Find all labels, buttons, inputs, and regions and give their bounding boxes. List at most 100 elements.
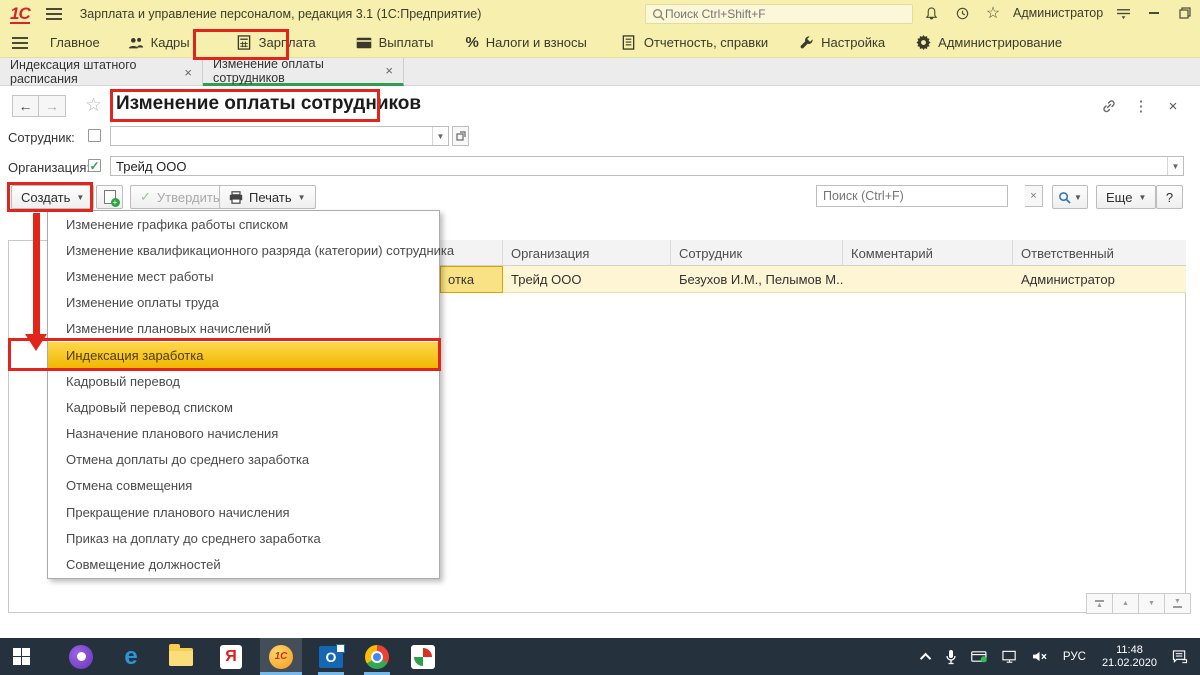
go-first-button[interactable]: ▲ [1086, 593, 1113, 614]
taskbar-alice[interactable] [60, 638, 102, 675]
column-employee[interactable]: Сотрудник [671, 240, 843, 266]
taskbar-1c[interactable]: 1С [260, 638, 302, 675]
current-user[interactable]: Администратор [1013, 6, 1103, 20]
menu-item-personnel[interactable]: Кадры [128, 35, 190, 51]
taskbar-chrome[interactable] [356, 638, 398, 675]
menu-item-salary[interactable]: Зарплата [230, 35, 322, 51]
tray-expand-chevron-icon[interactable] [919, 652, 932, 664]
history-icon[interactable] [951, 3, 973, 23]
cell-responsible[interactable]: Администратор [1013, 266, 1186, 293]
menu-item-stop-planned-accrual[interactable]: Прекращение планового начисления [48, 499, 439, 525]
taskbar-app-pinwheel[interactable] [402, 638, 444, 675]
menu-item-main[interactable]: Главное [50, 35, 100, 50]
back-button[interactable]: ← [12, 95, 39, 117]
column-comment[interactable]: Комментарий [843, 240, 1013, 266]
tab-staff-indexation[interactable]: Индексация штатного расписания × [0, 58, 203, 86]
main-menu-hamburger-icon[interactable] [45, 8, 62, 20]
menu-item-qualification-change[interactable]: Изменение квалификационного разряда (кат… [48, 237, 454, 263]
pinwheel-icon [411, 644, 435, 669]
get-link-icon[interactable] [1100, 97, 1118, 115]
copy-button[interactable]: + [96, 185, 123, 209]
go-last-button[interactable]: ▼ [1164, 593, 1191, 614]
menu-item-position-combination[interactable]: Совмещение должностей [48, 551, 439, 577]
microphone-icon[interactable] [945, 649, 957, 665]
more-kebab-icon[interactable]: ⋮ [1132, 97, 1150, 115]
start-button[interactable] [0, 638, 42, 675]
organization-filter-checkbox[interactable]: ✓ [88, 159, 101, 173]
menu-item-workplace-change[interactable]: Изменение мест работы [48, 263, 439, 289]
column-organization[interactable]: Организация [503, 240, 671, 266]
menu-item-taxes[interactable]: % Налоги и взносы [465, 34, 586, 51]
app-window: 1С Зарплата и управление персоналом, ред… [0, 0, 1200, 675]
volume-muted-icon[interactable] [1032, 650, 1048, 663]
taskbar-edge[interactable]: e [110, 638, 152, 675]
list-search-box[interactable] [816, 185, 1008, 207]
tab-close-icon[interactable]: × [385, 63, 393, 78]
favorites-star-icon[interactable]: ☆ [982, 3, 1004, 23]
menu-item-earnings-indexation[interactable]: Индексация заработка [48, 341, 439, 369]
employee-open-button[interactable] [452, 126, 469, 146]
network-display-icon[interactable] [1002, 650, 1018, 664]
cell-document-fragment[interactable]: отка [440, 266, 503, 293]
organization-dropdown-icon[interactable]: ▼ [1167, 157, 1183, 175]
forward-button[interactable]: → [39, 95, 66, 117]
table-row[interactable]: отка Трейд ООО Безухов И.М., Пелымов М..… [440, 266, 1186, 293]
employee-input[interactable] [111, 127, 432, 145]
menu-item-personnel-transfer-list[interactable]: Кадровый перевод списком [48, 394, 439, 420]
print-button[interactable]: Печать ▼ [219, 185, 316, 209]
title-bar: 1С Зарплата и управление персоналом, ред… [0, 0, 1200, 28]
cell-organization[interactable]: Трейд ООО [503, 266, 671, 293]
wallet-status-icon[interactable] [971, 650, 988, 663]
menu-item-cancel-average-pay-supplement[interactable]: Отмена доплаты до среднего заработка [48, 447, 439, 473]
notification-center-icon[interactable] [1172, 649, 1188, 664]
go-up-button[interactable]: ▲ [1112, 593, 1139, 614]
menu-item-reports[interactable]: Отчетность, справки [621, 35, 768, 51]
employee-dropdown-icon[interactable]: ▼ [432, 127, 448, 145]
cell-employee[interactable]: Безухов И.М., Пелымов М... [671, 266, 843, 293]
clock[interactable]: 11:48 21.02.2020 [1102, 644, 1157, 670]
language-indicator[interactable]: РУС [1063, 651, 1086, 663]
menu-item-pay-change[interactable]: Изменение оплаты труда [48, 290, 439, 316]
menu-item-order-average-pay-supplement[interactable]: Приказ на доплату до среднего заработка [48, 525, 439, 551]
tab-pay-change[interactable]: Изменение оплаты сотрудников × [203, 57, 404, 86]
menu-item-personnel-transfer[interactable]: Кадровый перевод [48, 368, 439, 394]
employee-filter-checkbox[interactable] [88, 129, 101, 142]
sections-hamburger-icon[interactable] [12, 36, 28, 49]
approve-check-icon: ✓ [140, 189, 151, 204]
edge-icon: e [124, 642, 138, 670]
go-down-button[interactable]: ▼ [1138, 593, 1165, 614]
open-windows-tabbar: Индексация штатного расписания × Изменен… [0, 57, 1200, 86]
restore-button[interactable] [1174, 3, 1196, 23]
taskbar-yandex[interactable]: Я [210, 638, 252, 675]
global-search-input[interactable] [665, 7, 895, 21]
menu-item-cancel-combination[interactable]: Отмена совмещения [48, 473, 439, 499]
add-favorite-star-icon[interactable]: ☆ [85, 94, 102, 117]
service-menu-icon[interactable] [1112, 3, 1134, 23]
clear-search-button[interactable]: × [1025, 185, 1043, 207]
create-button[interactable]: Создать ▼ [11, 185, 95, 209]
global-search-box[interactable] [645, 4, 913, 24]
more-button[interactable]: Еще ▼ [1096, 185, 1157, 209]
cell-comment[interactable] [843, 266, 1013, 293]
menu-item-assign-planned-accrual[interactable]: Назначение планового начисления [48, 421, 439, 447]
menu-item-planned-accruals-change[interactable]: Изменение плановых начислений [48, 316, 439, 342]
menu-item-payments[interactable]: Выплаты [356, 35, 433, 51]
column-responsible[interactable]: Ответственный [1013, 240, 1186, 266]
notifications-bell-icon[interactable] [920, 3, 942, 23]
close-form-icon[interactable]: × [1164, 97, 1182, 115]
taskbar-outlook[interactable]: O [310, 638, 352, 675]
menu-item-settings[interactable]: Настройка [798, 35, 885, 51]
printer-icon [229, 190, 243, 204]
menu-item-administration[interactable]: Администрирование [915, 35, 1062, 51]
list-search-input[interactable] [817, 189, 1007, 203]
calculator-icon [236, 35, 252, 51]
help-button[interactable]: ? [1156, 185, 1183, 209]
taskbar-explorer[interactable] [160, 638, 202, 675]
tab-close-icon[interactable]: × [184, 65, 192, 80]
search-dropdown-caret-icon: ▼ [1074, 192, 1082, 202]
menu-item-schedule-change-list[interactable]: Изменение графика работы списком [48, 211, 439, 237]
approve-button[interactable]: ✓ Утвердить [130, 185, 230, 209]
organization-input[interactable] [111, 157, 1167, 175]
minimize-button[interactable] [1143, 3, 1165, 23]
advanced-search-button[interactable]: ▼ [1052, 185, 1088, 209]
